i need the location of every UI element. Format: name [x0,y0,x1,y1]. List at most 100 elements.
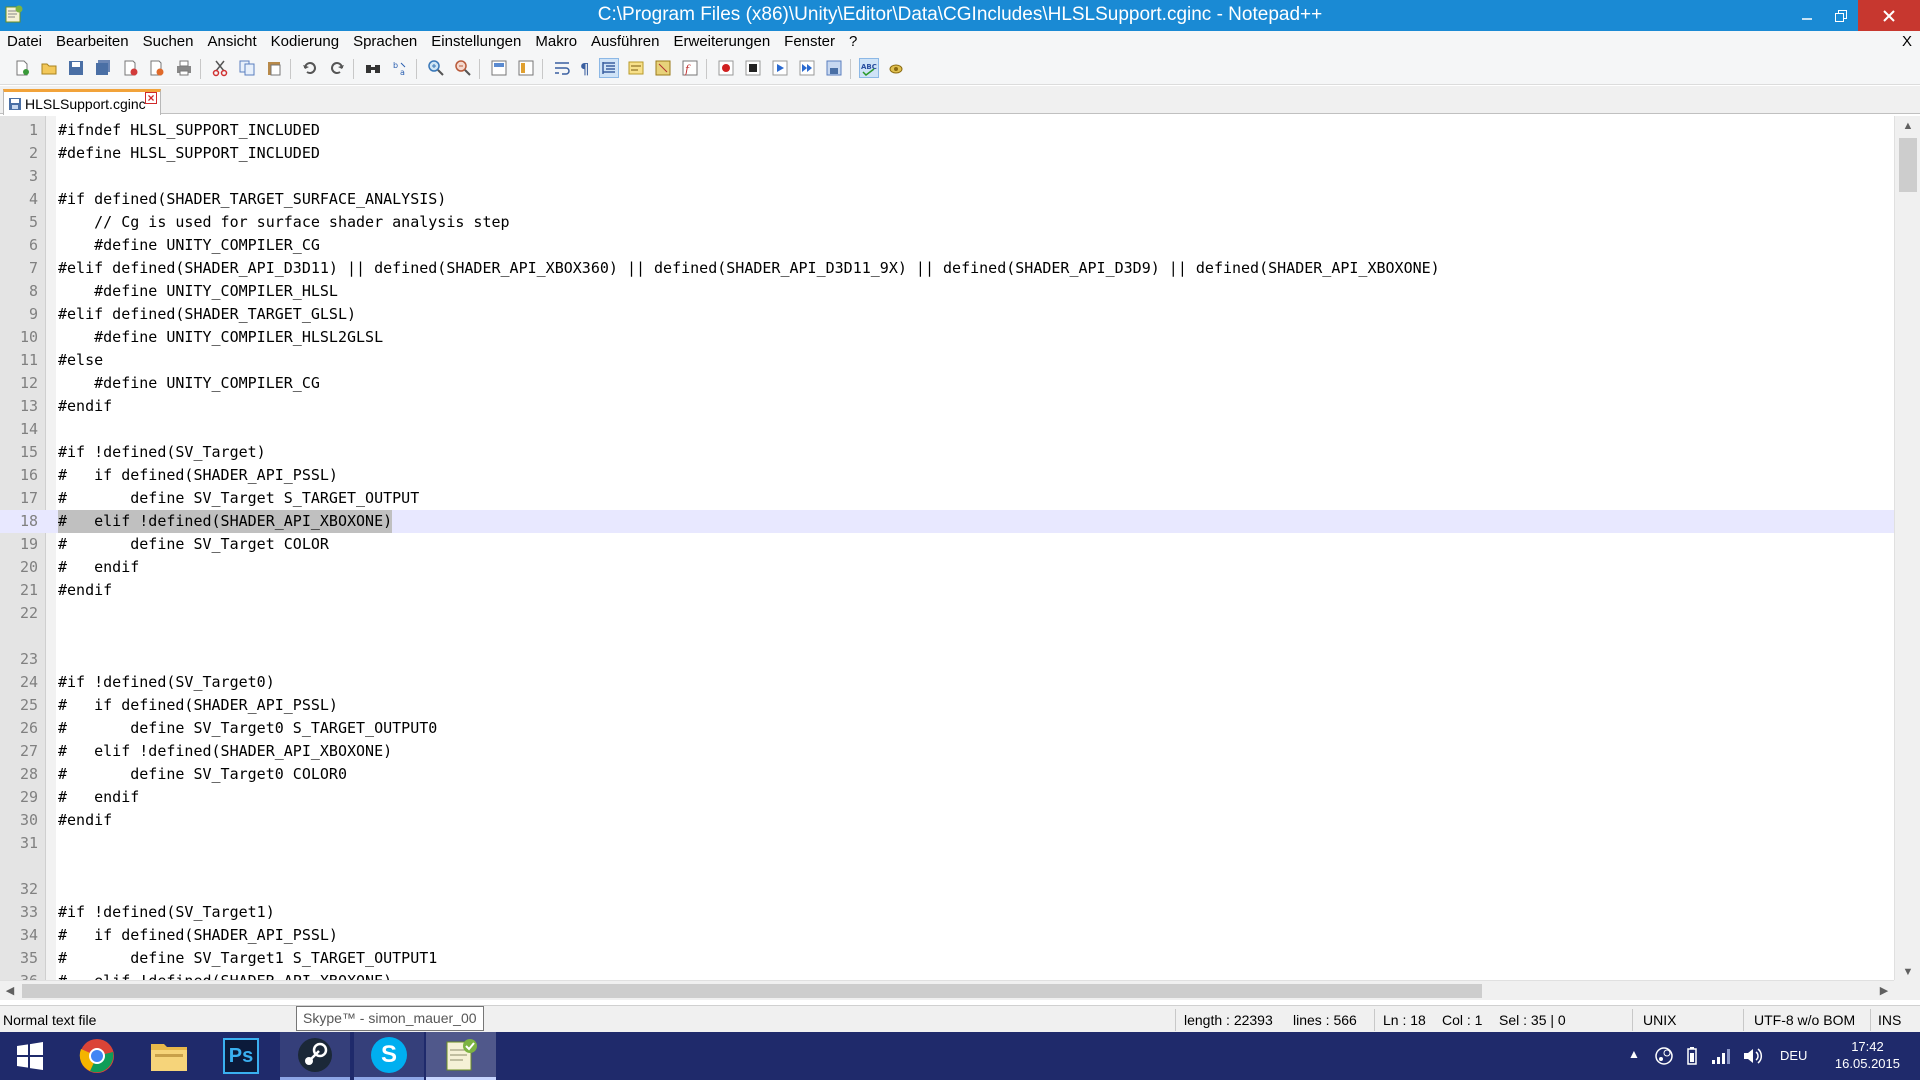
system-clock[interactable]: 17:42 16.05.2015 [1835,1038,1900,1072]
function-list-icon[interactable]: f [680,58,700,78]
taskbar-photoshop[interactable]: Ps [206,1032,276,1080]
code-line[interactable]: 34 # if defined(SHADER_API_PSSL) [0,924,1894,947]
save-macro-icon[interactable] [824,58,844,78]
stop-recording-icon[interactable] [743,58,763,78]
menu-datei[interactable]: Datei [0,31,49,53]
code-line[interactable]: 22 [0,602,1894,625]
code-line[interactable]: 13 #endif [0,395,1894,418]
steam-tray-icon[interactable] [1654,1046,1674,1066]
tab-close-icon[interactable]: × [145,92,157,104]
horizontal-scroll-thumb[interactable] [22,984,1482,998]
code-line[interactable]: 24 #if !defined(SV_Target0) [0,671,1894,694]
vertical-scroll-thumb[interactable] [1899,138,1917,192]
menu-help[interactable]: ? [842,31,864,53]
tab-hlslsupport[interactable]: HLSLSupport.cginc × [3,89,161,115]
scroll-right-icon[interactable]: ▶ [1874,981,1894,1001]
open-file-icon[interactable] [39,58,59,78]
menu-erweiterungen[interactable]: Erweiterungen [666,31,777,53]
code-line[interactable]: 12 #define UNITY_COMPILER_CG [0,372,1894,395]
spell-check-icon[interactable]: ABC [859,58,879,78]
code-line[interactable]: 20 # endif [0,556,1894,579]
sync-horizontal-icon[interactable] [516,58,536,78]
close-document-button[interactable]: X [1902,33,1912,50]
code-line[interactable] [0,625,1894,648]
editor-area[interactable]: 1 #ifndef HLSL_SUPPORT_INCLUDED 2 #define H… [0,116,1920,982]
copy-icon[interactable] [237,58,257,78]
save-icon[interactable] [66,58,86,78]
status-encoding[interactable]: UTF-8 w/o BOM [1754,1012,1855,1028]
menu-fenster[interactable]: Fenster [777,31,842,53]
network-signal-icon[interactable] [1710,1046,1732,1066]
taskbar-skype[interactable]: S [354,1032,424,1080]
code-line[interactable]: 9 #elif defined(SHADER_TARGET_GLSL) [0,303,1894,326]
code-line[interactable]: 33 #if !defined(SV_Target1) [0,901,1894,924]
find-icon[interactable] [363,58,383,78]
code-line[interactable] [0,855,1894,878]
scroll-up-icon[interactable]: ▲ [1895,116,1920,136]
code-line[interactable]: 25 # if defined(SHADER_API_PSSL) [0,694,1894,717]
menu-suchen[interactable]: Suchen [136,31,201,53]
cut-icon[interactable] [210,58,230,78]
taskbar-chrome[interactable] [62,1032,132,1080]
code-line[interactable]: 27 # elif !defined(SHADER_API_XBOXONE) [0,740,1894,763]
code-line[interactable]: 32 [0,878,1894,901]
plugin-icon[interactable] [886,58,906,78]
battery-icon[interactable] [1682,1046,1702,1066]
menu-makro[interactable]: Makro [528,31,584,53]
input-language[interactable]: DEU [1780,1048,1807,1063]
vertical-scrollbar[interactable]: ▲ ▼ [1894,116,1920,982]
document-map-icon[interactable] [653,58,673,78]
play-macro-icon[interactable] [770,58,790,78]
print-icon[interactable] [174,58,194,78]
code-line[interactable]: 2 #define HLSL_SUPPORT_INCLUDED [0,142,1894,165]
horizontal-scrollbar[interactable]: ◀ ▶ [0,980,1894,1000]
code-line[interactable]: 31 [0,832,1894,855]
show-hidden-icons-icon[interactable]: ▲ [1628,1047,1640,1061]
code-line[interactable]: 1 #ifndef HLSL_SUPPORT_INCLUDED [0,119,1894,142]
code-line[interactable]: 6 #define UNITY_COMPILER_CG [0,234,1894,257]
code-line[interactable]: 29 # endif [0,786,1894,809]
menu-bearbeiten[interactable]: Bearbeiten [49,31,136,53]
menu-ansicht[interactable]: Ansicht [200,31,263,53]
code-line[interactable]: 18 # elif !defined(SHADER_API_XBOXONE) [0,510,1894,533]
code-line[interactable]: 19 # define SV_Target COLOR [0,533,1894,556]
code-line[interactable]: 3 [0,165,1894,188]
word-wrap-icon[interactable] [552,58,572,78]
code-line[interactable]: 10 #define UNITY_COMPILER_HLSL2GLSL [0,326,1894,349]
indent-guide-icon[interactable] [599,58,619,78]
code-line[interactable]: 30 #endif [0,809,1894,832]
code-line[interactable]: 35 # define SV_Target1 S_TARGET_OUTPUT1 [0,947,1894,970]
taskbar-file-explorer[interactable] [134,1032,204,1080]
volume-icon[interactable] [1742,1046,1764,1066]
scroll-down-icon[interactable]: ▼ [1895,962,1920,982]
code-line[interactable]: 7 #elif defined(SHADER_API_D3D11) || defi… [0,257,1894,280]
redo-icon[interactable] [327,58,347,78]
record-macro-icon[interactable] [716,58,736,78]
new-file-icon[interactable] [12,58,32,78]
undo-icon[interactable] [300,58,320,78]
close-button[interactable] [1858,0,1920,31]
code-line[interactable]: 14 [0,418,1894,441]
taskbar-steam[interactable] [280,1032,350,1080]
menu-ausfuehren[interactable]: Ausführen [584,31,666,53]
scroll-left-icon[interactable]: ◀ [0,981,20,1001]
save-all-icon[interactable] [93,58,113,78]
run-macro-multiple-icon[interactable] [797,58,817,78]
code-line[interactable]: 5 // Cg is used for surface shader analy… [0,211,1894,234]
menu-sprachen[interactable]: Sprachen [346,31,424,53]
code-line[interactable]: 28 # define SV_Target0 COLOR0 [0,763,1894,786]
code-line[interactable]: 23 [0,648,1894,671]
menu-kodierung[interactable]: Kodierung [264,31,346,53]
replace-icon[interactable]: ba [390,58,410,78]
zoom-in-icon[interactable] [426,58,446,78]
code-line[interactable]: 11 #else [0,349,1894,372]
close-file-icon[interactable] [120,58,140,78]
show-all-characters-icon[interactable]: ¶ [575,58,595,78]
status-eol-format[interactable]: UNIX [1643,1012,1676,1028]
taskbar-notepadpp[interactable] [426,1032,496,1080]
close-all-icon[interactable] [147,58,167,78]
define-language-icon[interactable] [626,58,646,78]
menu-einstellungen[interactable]: Einstellungen [424,31,528,53]
code-line[interactable]: 17 # define SV_Target S_TARGET_OUTPUT [0,487,1894,510]
code-line[interactable]: 8 #define UNITY_COMPILER_HLSL [0,280,1894,303]
